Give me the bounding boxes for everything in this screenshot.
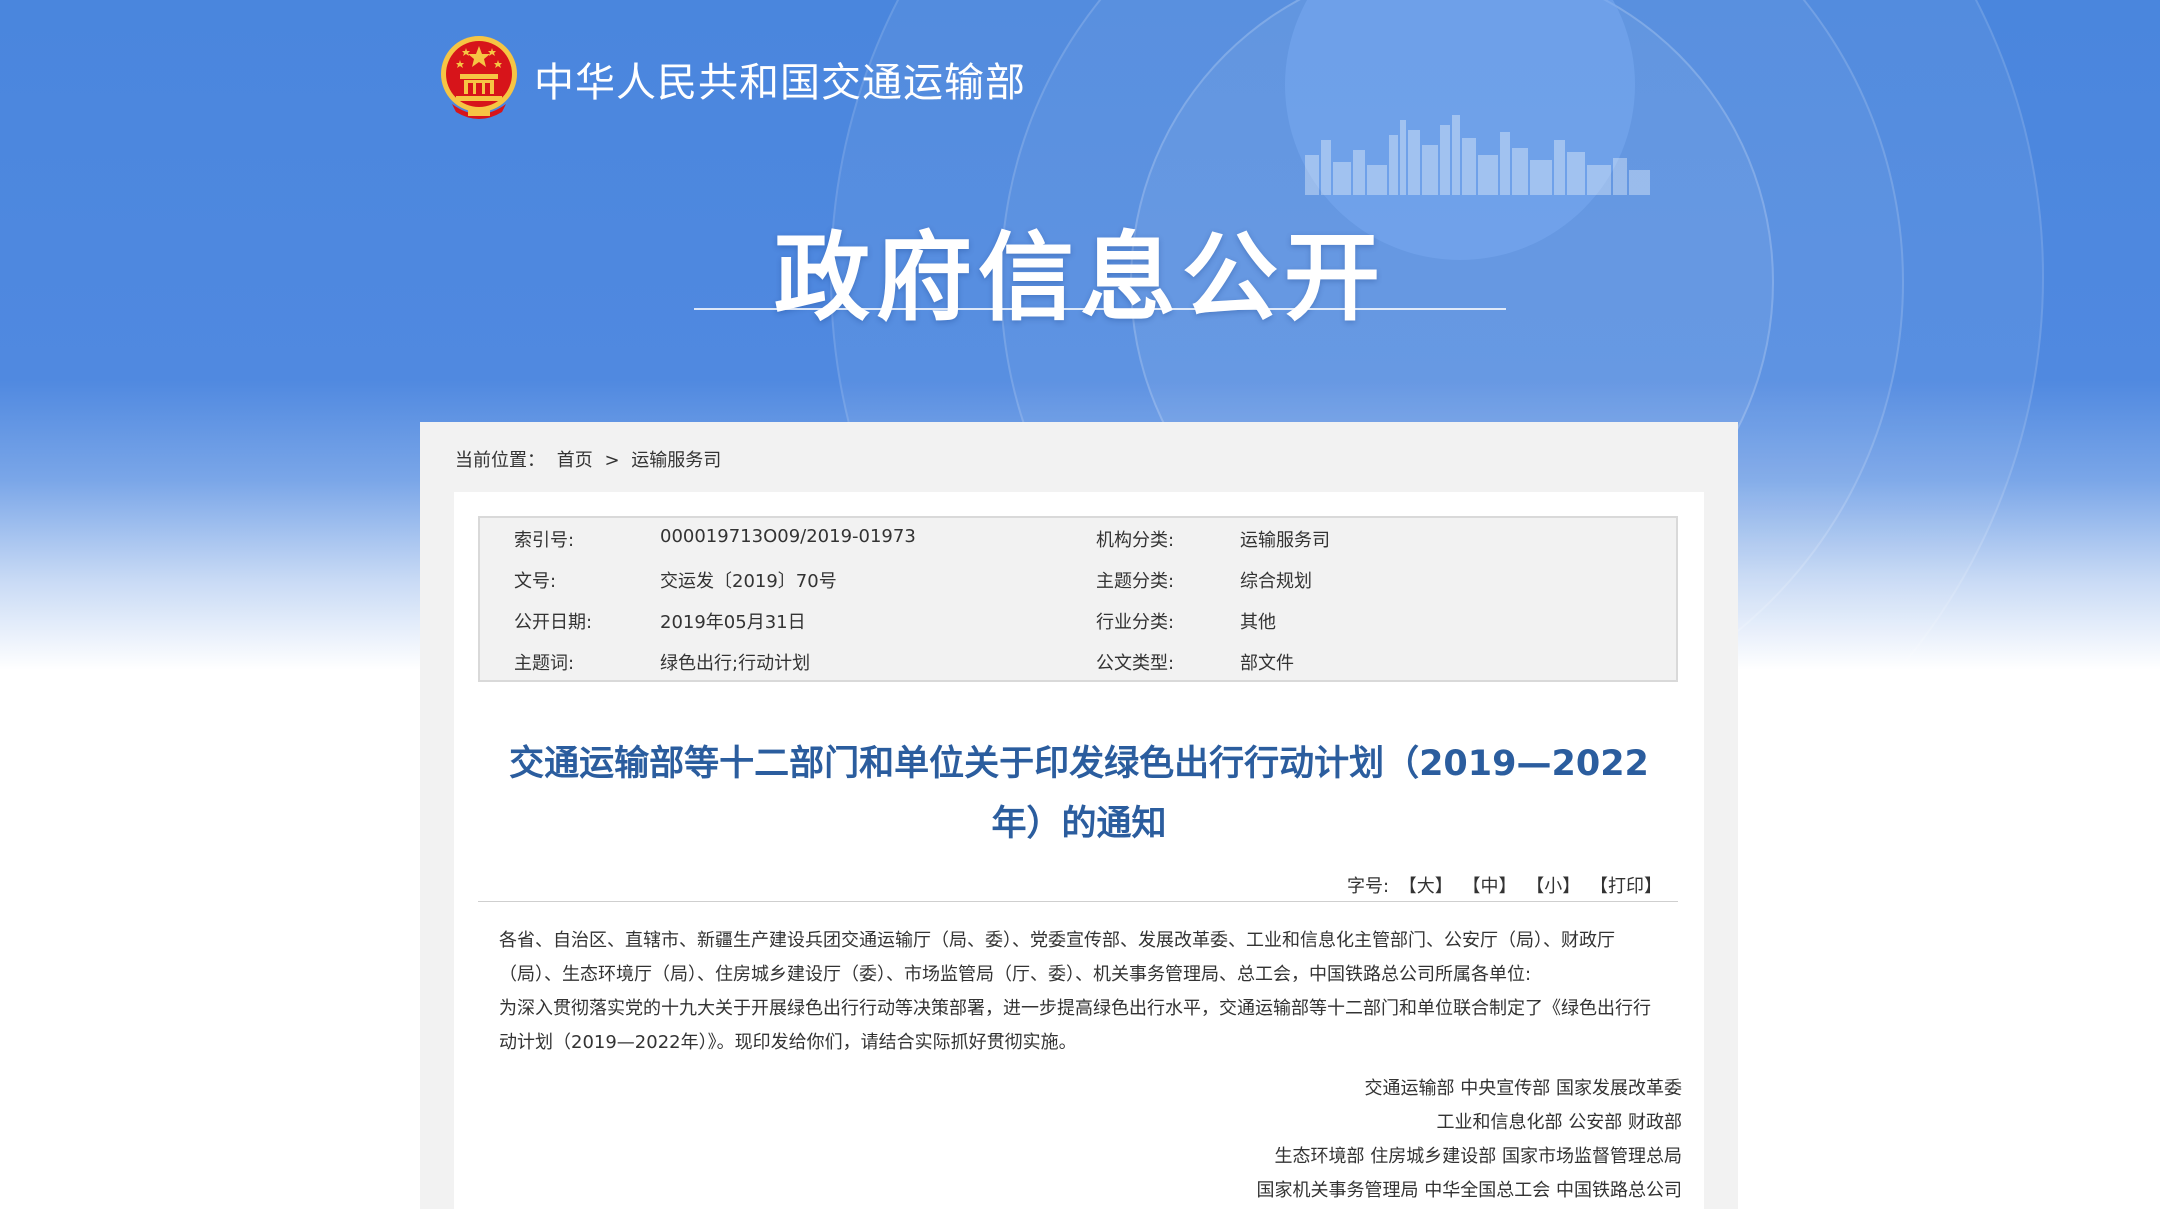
meta-key: 机构分类: <box>1096 530 1175 551</box>
meta-row: 文号: 交运发〔2019〕70号 主题分类: 综合规划 <box>480 559 1676 600</box>
meta-key: 索引号: <box>514 530 575 551</box>
meta-value: 综合规划 <box>1240 571 1312 592</box>
signatory-list: 交通运输部 中央宣传部 国家发展改革委 工业和信息化部 公安部 财政部 生态环境… <box>1257 1072 1682 1208</box>
font-medium-button[interactable]: 【中】 <box>1463 876 1517 897</box>
signatory-line: 国家机关事务管理局 中华全国总工会 中国铁路总公司 <box>1256 1180 1682 1201</box>
meta-key: 公文类型: <box>1096 653 1175 674</box>
signatory-line: 交通运输部 中央宣传部 国家发展改革委 <box>1364 1078 1682 1099</box>
font-size-label: 字号: <box>1346 876 1390 897</box>
breadcrumb-label: 当前位置： <box>455 450 545 471</box>
breadcrumb-separator: > <box>604 450 620 471</box>
breadcrumb-home-link[interactable]: 首页 <box>557 450 593 471</box>
meta-value: 2019年05月31日 <box>660 612 806 633</box>
content-card: 当前位置： 首页 > 运输服务司 索引号: 000019713O09/2019-… <box>420 422 1738 1209</box>
metadata-table: 索引号: 000019713O09/2019-01973 机构分类: 运输服务司… <box>478 516 1678 682</box>
document-title: 交通运输部等十二部门和单位关于印发绿色出行行动计划（2019—2022 年）的通… <box>454 734 1704 854</box>
font-large-button[interactable]: 【大】 <box>1399 876 1453 897</box>
font-small-button[interactable]: 【小】 <box>1526 876 1580 897</box>
national-emblem-icon <box>441 36 517 119</box>
city-skyline-icon <box>1305 115 1650 195</box>
breadcrumb-current-link[interactable]: 运输服务司 <box>631 450 721 471</box>
meta-key: 行业分类: <box>1096 612 1175 633</box>
title-divider <box>478 901 1678 902</box>
hero-title: 政府信息公开 <box>774 222 1386 334</box>
document-body: 各省、自治区、直辖市、新疆生产建设兵团交通运输厅（局、委）、党委宣传部、发展改革… <box>499 924 1659 1060</box>
signatory-line: 生态环境部 住房城乡建设部 国家市场监督管理总局 <box>1274 1146 1682 1167</box>
meta-key: 主题分类: <box>1096 571 1175 592</box>
meta-key: 文号: <box>514 571 557 592</box>
meta-value: 其他 <box>1240 612 1276 633</box>
meta-key: 公开日期: <box>514 612 593 633</box>
signatory-line: 工业和信息化部 公安部 财政部 <box>1436 1112 1682 1133</box>
document-title-line: 年）的通知 <box>991 804 1167 844</box>
font-size-controls: 字号: 【大】 【中】 【小】 【打印】 <box>1347 872 1662 898</box>
meta-value: 交运发〔2019〕70号 <box>660 571 837 592</box>
meta-value: 绿色出行;行动计划 <box>660 653 811 674</box>
hero-underline <box>694 308 1506 310</box>
article-panel: 索引号: 000019713O09/2019-01973 机构分类: 运输服务司… <box>454 492 1704 1209</box>
body-paragraph: 为深入贯彻落实党的十九大关于开展绿色出行行动等决策部署，进一步提高绿色出行水平，… <box>499 998 1651 1053</box>
meta-row: 主题词: 绿色出行;行动计划 公文类型: 部文件 <box>480 641 1676 682</box>
document-title-line: 交通运输部等十二部门和单位关于印发绿色出行行动计划（2019—2022 <box>509 744 1649 784</box>
print-button[interactable]: 【打印】 <box>1590 876 1662 897</box>
body-paragraph: 各省、自治区、直辖市、新疆生产建设兵团交通运输厅（局、委）、党委宣传部、发展改革… <box>499 930 1615 985</box>
national-emblem-logo[interactable] <box>438 34 520 120</box>
meta-value: 运输服务司 <box>1240 530 1330 551</box>
site-title[interactable]: 中华人民共和国交通运输部 <box>534 50 1026 108</box>
meta-row: 索引号: 000019713O09/2019-01973 机构分类: 运输服务司 <box>480 518 1676 559</box>
meta-key: 主题词: <box>514 653 575 674</box>
breadcrumb: 当前位置： 首页 > 运输服务司 <box>455 446 721 472</box>
meta-value: 000019713O09/2019-01973 <box>660 526 916 547</box>
meta-value: 部文件 <box>1240 653 1294 674</box>
meta-row: 公开日期: 2019年05月31日 行业分类: 其他 <box>480 600 1676 641</box>
